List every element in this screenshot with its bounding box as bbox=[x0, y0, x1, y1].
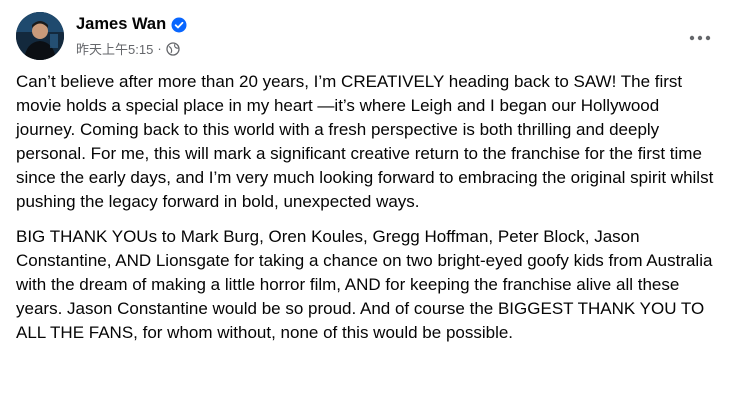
meta-separator: · bbox=[157, 41, 162, 56]
globe-icon[interactable] bbox=[166, 41, 180, 56]
post-meta: 昨天上午5:15 · bbox=[76, 39, 180, 58]
post-paragraph: Can’t believe after more than 20 years, … bbox=[16, 72, 714, 212]
author-name[interactable]: James Wan bbox=[76, 15, 166, 34]
verified-badge-icon bbox=[171, 17, 187, 33]
post-paragraph: BIG THANK YOUs to Mark Burg, Oren Koules… bbox=[16, 226, 713, 342]
author-avatar[interactable] bbox=[16, 12, 64, 60]
more-options-icon[interactable] bbox=[682, 20, 718, 56]
post-header: James Wan 昨天上午5:15 · bbox=[16, 12, 718, 60]
facebook-post: James Wan 昨天上午5:15 · Can’t believe after… bbox=[0, 0, 734, 405]
author-row: James Wan bbox=[76, 15, 187, 34]
post-body: Can’t believe after more than 20 years, … bbox=[16, 70, 720, 355]
post-timestamp[interactable]: 昨天上午5:15 bbox=[76, 39, 153, 58]
